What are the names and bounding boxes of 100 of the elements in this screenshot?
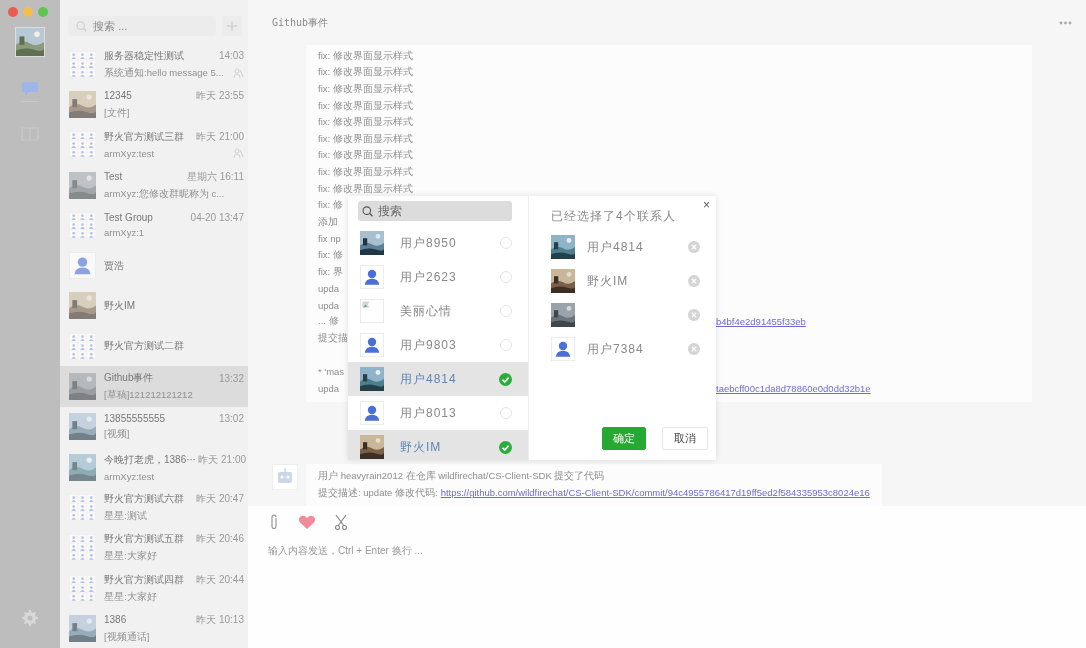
cancel-button[interactable]: 取消 <box>662 427 708 450</box>
chat-title: Github事件 <box>272 15 329 30</box>
message-text: fix: 修改界面显示样式 <box>318 149 413 163</box>
contact-item[interactable]: 美丽心情 <box>348 294 528 328</box>
minimize-window-button[interactable] <box>23 7 33 17</box>
person-avatar-icon <box>360 333 384 357</box>
commit-link[interactable]: b4bf4e2d91455f33eb <box>716 316 1020 328</box>
contact-item[interactable]: 用户4814 <box>348 362 528 396</box>
close-button[interactable]: × <box>701 198 712 212</box>
commit-link[interactable]: https://github.com/wildfirechat/CS-Client-SDK/commit/94c4955786417d19ff5ed2f584335953c8024e16 <box>440 487 870 501</box>
conversation-time: 昨天 21:00 <box>198 452 247 467</box>
contact-name: 野火IM <box>587 272 630 290</box>
conversation-item[interactable]: 13855555555 13:02 [视频] <box>60 406 248 447</box>
conversation-item[interactable]: 野火IM <box>60 285 248 327</box>
message-text: 用户 heavyrain2012 在仓库 wildfirechat/CS-Client-SDK 提交了代码 <box>318 470 605 484</box>
search-icon <box>76 19 88 33</box>
radio-circle <box>500 339 512 351</box>
conversation-time: 昨天 21:00 <box>196 130 244 145</box>
conversation-name: Test Group <box>104 212 153 224</box>
message-preview: armXyz:您修改群昵称为 c... <box>104 187 225 201</box>
settings-icon[interactable] <box>22 610 38 626</box>
conversation-item[interactable]: Test Group 04-20 13:47 armXyz:1 <box>60 205 248 246</box>
scissors-icon[interactable] <box>334 514 348 531</box>
selection-count: 已经选择了4个联系人 <box>551 208 677 225</box>
conversation-name: Test <box>104 171 123 183</box>
message-text: * 'mas <box>318 366 345 378</box>
conversation-name: 12345 <box>104 90 132 102</box>
conversation-item[interactable]: 野火官方测试二群 <box>60 326 248 367</box>
paperclip-icon[interactable] <box>268 514 280 531</box>
remove-icon[interactable] <box>688 275 700 287</box>
maximize-window-button[interactable] <box>38 7 48 17</box>
group-avatar-icon <box>69 50 96 78</box>
conversation-time: 13:32 <box>218 372 244 384</box>
contact-item[interactable]: 用户2623 <box>348 260 528 294</box>
search-field[interactable]: 搜索 ... <box>68 16 216 36</box>
contact-item[interactable]: 用户8013 <box>348 396 528 430</box>
contact-name: 用户4814 <box>587 238 645 256</box>
plus-icon <box>227 21 237 31</box>
message-text: fix: 修改界面显示样式 <box>318 165 413 179</box>
remove-icon[interactable] <box>688 343 700 355</box>
message-text: fix: 修改界面显示样式 <box>318 99 413 113</box>
close-window-button[interactable] <box>8 7 18 17</box>
message-text: 提交描 <box>318 331 348 345</box>
conversation-item[interactable]: 1386 昨天 10:13 [视频通话] <box>60 608 248 648</box>
remove-icon[interactable] <box>688 309 700 321</box>
message-preview: [草稿]121212121212 <box>104 389 193 402</box>
message-preview: 星星:大家好 <box>104 590 157 604</box>
conversation-name: Github事件 <box>104 371 154 385</box>
message-preview: 星星:大家好 <box>104 550 157 564</box>
remove-icon[interactable] <box>688 241 700 253</box>
message-preview: 星星:测试 <box>104 509 147 523</box>
conversation-item[interactable]: 今晚打老虎，1386⋯ 昨天 21:00 armXyz:test <box>60 446 248 488</box>
message-text: ... 修 <box>318 315 339 329</box>
message-composer[interactable]: 输入内容发送，Ctrl + Enter 换行 ... <box>248 506 1086 648</box>
search-icon <box>362 204 374 218</box>
heart-icon[interactable] <box>298 514 316 530</box>
conversation-name: 野火官方测试四群 <box>104 572 184 587</box>
conversation-item[interactable]: 贾浩 <box>60 245 248 286</box>
search-input[interactable]: 搜索 <box>376 203 508 219</box>
message-text: fix: 修改界面显示样式 <box>318 132 413 146</box>
conversation-item[interactable]: 野火官方测试四群 昨天 20:44 星星:大家好 <box>60 567 248 609</box>
message-text: fix: 修改界面显示样式 <box>318 182 413 196</box>
search-input[interactable]: 搜索 ... <box>91 19 208 33</box>
commit-link[interactable]: taebcff00c1da8d78860e0d0dd32b1e <box>716 382 1020 394</box>
contact-name: 用户8013 <box>400 404 458 422</box>
conversation-name: 野火IM <box>104 298 136 313</box>
person-avatar-icon <box>360 265 384 289</box>
message-text: fix: 修改界面显示样式 <box>318 116 413 130</box>
group-avatar-icon <box>69 534 96 562</box>
contact-item[interactable]: 用户8950 <box>348 226 528 260</box>
more-icon[interactable] <box>1059 20 1072 25</box>
contact-item[interactable]: 用户9803 <box>348 328 528 362</box>
conversation-item[interactable]: Test 星期六 16:11 armXyz:您修改群昵称为 c... <box>60 164 248 206</box>
confirm-button[interactable]: 确定 <box>602 427 646 450</box>
conversation-item[interactable]: 野火官方测试六群 昨天 20:47 星星:测试 <box>60 487 248 528</box>
conversation-item[interactable]: 野火官方测试五群 昨天 20:46 星星:大家好 <box>60 527 248 568</box>
conversation-item[interactable]: Github事件 13:32 [草稿]121212121212 <box>60 366 248 407</box>
conversation-name: 13855555555 <box>104 412 166 424</box>
conversation-item[interactable]: 12345 昨天 23:55 [文件] <box>60 84 248 125</box>
conversation-time: 昨天 23:55 <box>196 88 244 103</box>
contact-item[interactable]: 野火IM <box>348 430 528 460</box>
conversation-name: 服务器稳定性测试 <box>104 48 184 63</box>
message-preview: armXyz:test <box>104 470 155 482</box>
conversation-name: 贾浩 <box>104 258 124 273</box>
group-avatar-icon <box>69 211 96 239</box>
message-text: upda <box>318 299 340 311</box>
add-button[interactable] <box>222 16 242 36</box>
message-input[interactable]: 输入内容发送，Ctrl + Enter 换行 ... <box>268 544 1066 585</box>
message-text: 添加 <box>318 215 338 229</box>
person-avatar-icon <box>69 252 96 280</box>
search-field[interactable]: 搜索 <box>358 201 512 221</box>
chat-icon[interactable] <box>21 81 39 102</box>
contact-name: 用户4814 <box>400 370 458 388</box>
conversation-item[interactable]: 服务器稳定性测试 14:03 系统通知:hello message 5... <box>60 44 248 85</box>
contact-name: 用户8950 <box>400 234 458 252</box>
message-preview: armXyz:test <box>104 148 155 160</box>
message-text: fix: 修改界面显示样式 <box>318 49 413 63</box>
message-text: fix: 修 <box>318 248 343 262</box>
conversation-item[interactable]: 野火官方测试三群 昨天 21:00 armXyz:test <box>60 124 248 165</box>
check-icon <box>499 440 512 454</box>
